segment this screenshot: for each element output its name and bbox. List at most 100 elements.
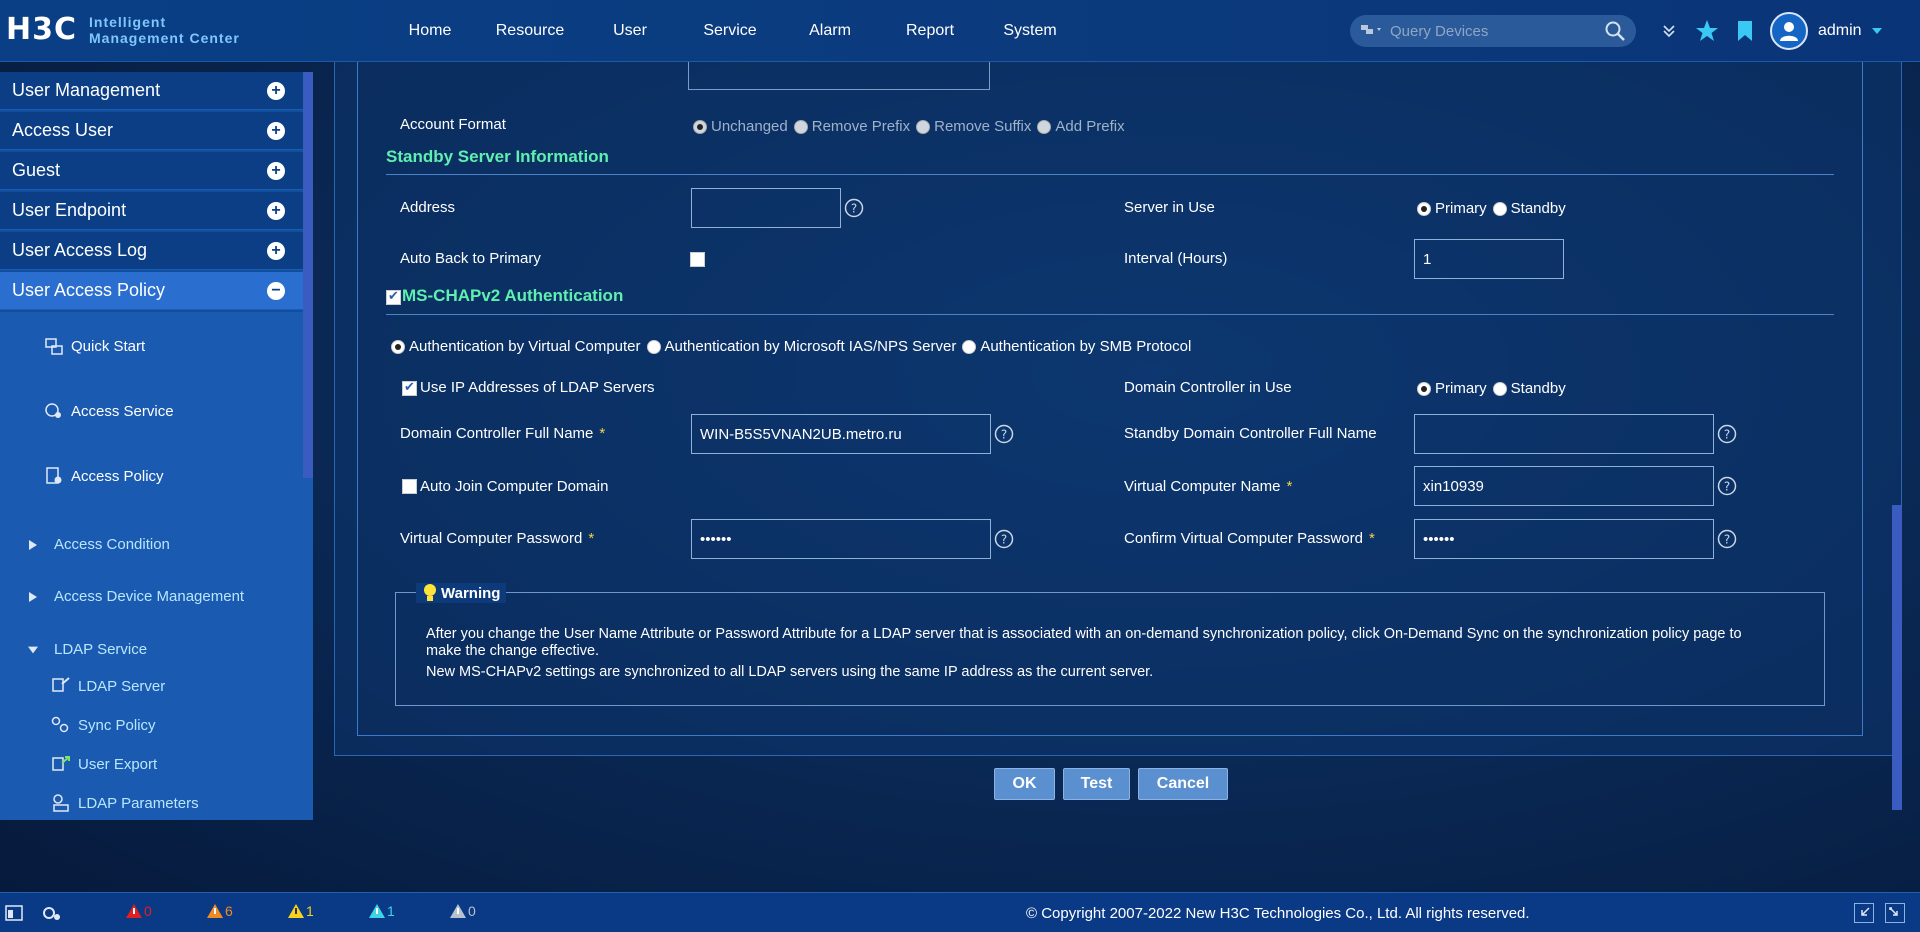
- sidebar-category-access-device-management[interactable]: Access Device Management: [28, 588, 244, 605]
- radio-primary-dc[interactable]: [1417, 381, 1431, 396]
- search-input[interactable]: [1386, 22, 1604, 40]
- alarm-minor[interactable]: 1: [287, 903, 314, 919]
- alarm-major[interactable]: 6: [206, 903, 233, 919]
- sidebar-group-label: User Management: [12, 80, 161, 100]
- radio-label: Add Prefix: [1055, 118, 1125, 135]
- username-label[interactable]: admin: [1818, 22, 1862, 40]
- sidebar-group-label: Guest: [12, 160, 61, 180]
- radio-add-prefix[interactable]: [1037, 119, 1052, 134]
- help-icon[interactable]: ?: [994, 529, 1014, 549]
- ok-button[interactable]: OK: [994, 768, 1055, 800]
- nav-report[interactable]: Report: [880, 0, 980, 62]
- fullscreen-icon[interactable]: [1885, 903, 1905, 923]
- sidebar-group-access-user[interactable]: Access User +: [0, 112, 313, 150]
- help-icon[interactable]: ?: [844, 198, 864, 218]
- radio-auth-smb[interactable]: [962, 339, 977, 354]
- nav-home[interactable]: Home: [380, 0, 480, 62]
- radio-standby-dc[interactable]: [1492, 381, 1507, 396]
- help-icon[interactable]: ?: [994, 424, 1014, 444]
- sidebar-scrollbar[interactable]: [303, 72, 313, 478]
- vc-name-input[interactable]: [1414, 466, 1714, 506]
- standby-dc-input[interactable]: [1414, 414, 1714, 454]
- top-icons: admin: [1650, 12, 1882, 50]
- search-icon[interactable]: [1604, 20, 1626, 42]
- expand-plus-icon[interactable]: +: [267, 201, 285, 220]
- sidebar-group-guest[interactable]: Guest +: [0, 152, 313, 190]
- nav-user[interactable]: User: [580, 0, 680, 62]
- expand-plus-icon[interactable]: +: [267, 81, 285, 100]
- standby-section-title: Standby Server Information: [386, 147, 609, 166]
- caret-down-icon[interactable]: [1871, 27, 1882, 35]
- confirm-password-input[interactable]: [1414, 519, 1714, 559]
- help-icon[interactable]: ?: [1717, 476, 1737, 496]
- svg-text:?: ?: [1724, 480, 1730, 494]
- bookmark-icon[interactable]: [1726, 13, 1764, 49]
- nav-alarm[interactable]: Alarm: [780, 0, 880, 62]
- warning-triangle-icon: [450, 904, 466, 918]
- help-icon[interactable]: ?: [1717, 424, 1737, 444]
- radio-standby-server[interactable]: [1492, 201, 1507, 216]
- h3c-logo[interactable]: H3C Intelligent Management Center: [6, 12, 240, 47]
- auto-back-label: Auto Back to Primary: [400, 250, 541, 267]
- radio-label: Primary: [1435, 380, 1487, 397]
- account-format-label: Account Format: [400, 116, 506, 133]
- alarm-warning[interactable]: 1: [368, 903, 395, 919]
- window-icon[interactable]: [4, 903, 25, 923]
- sidebar-group-user-endpoint[interactable]: User Endpoint +: [0, 192, 313, 230]
- radio-auth-ias-nps[interactable]: [646, 339, 661, 354]
- sidebar-item-ldap-parameters[interactable]: LDAP Parameters: [50, 793, 199, 813]
- nav-resource[interactable]: Resource: [480, 0, 580, 62]
- vc-password-input[interactable]: [691, 519, 991, 559]
- favorite-star-icon[interactable]: [1688, 13, 1726, 49]
- sidebar-category-access-condition[interactable]: Access Condition: [28, 536, 170, 553]
- description-textarea[interactable]: [688, 62, 990, 90]
- device-type-dropdown-icon[interactable]: [1360, 23, 1386, 40]
- dc-full-name-input[interactable]: [691, 414, 991, 454]
- alarm-info[interactable]: 0: [449, 903, 476, 919]
- expand-plus-icon[interactable]: +: [267, 161, 285, 180]
- avatar[interactable]: [1770, 12, 1808, 50]
- user-menu[interactable]: admin: [1770, 12, 1882, 50]
- radio-remove-suffix[interactable]: [916, 119, 931, 134]
- sidebar-item-user-export[interactable]: User Export: [50, 754, 157, 774]
- exit-fullscreen-icon[interactable]: [1854, 903, 1874, 923]
- main-scrollbar[interactable]: [1892, 505, 1902, 810]
- expand-plus-icon[interactable]: +: [267, 121, 285, 140]
- settings-gear-icon[interactable]: [40, 903, 65, 923]
- sidebar-link-label: Access Policy: [71, 467, 164, 485]
- alarm-critical[interactable]: 0: [125, 903, 152, 919]
- sidebar-item-ldap-server[interactable]: LDAP Server: [50, 676, 165, 696]
- nav-system[interactable]: System: [980, 0, 1080, 62]
- radio-label: Remove Suffix: [934, 118, 1032, 135]
- radio-unchanged[interactable]: [693, 119, 707, 134]
- interval-input[interactable]: [1414, 239, 1564, 279]
- nav-service[interactable]: Service: [680, 0, 780, 62]
- radio-remove-prefix[interactable]: [793, 119, 808, 134]
- cancel-button[interactable]: Cancel: [1138, 768, 1228, 800]
- auto-join-checkbox[interactable]: [402, 479, 417, 494]
- use-ip-checkbox[interactable]: [402, 379, 417, 396]
- account-format-radio-group: Unchanged Remove Prefix Remove Suffix Ad…: [693, 118, 1131, 135]
- sidebar-group-user-access-policy[interactable]: User Access Policy −: [0, 272, 313, 310]
- test-button[interactable]: Test: [1063, 768, 1130, 800]
- sidebar-item-label: LDAP Server: [78, 677, 166, 695]
- sidebar-group-label: User Access Log: [12, 240, 148, 260]
- sidebar-group-user-management[interactable]: User Management +: [0, 72, 313, 110]
- address-input[interactable]: [691, 188, 841, 228]
- auto-back-checkbox[interactable]: [690, 252, 705, 267]
- radio-primary-server[interactable]: [1417, 201, 1431, 216]
- sidebar-link-access-policy[interactable]: Access Policy: [44, 466, 164, 486]
- mschap-enable-checkbox[interactable]: [386, 288, 401, 305]
- sidebar-group-user-access-log[interactable]: User Access Log +: [0, 232, 313, 270]
- sidebar-category-ldap-service[interactable]: LDAP Service: [28, 641, 147, 658]
- svg-text:?: ?: [1724, 428, 1730, 442]
- help-icon[interactable]: ?: [1717, 529, 1737, 549]
- collapse-minus-icon[interactable]: −: [267, 281, 285, 300]
- expand-double-chevron-icon[interactable]: [1650, 13, 1688, 49]
- expand-plus-icon[interactable]: +: [267, 241, 285, 260]
- sidebar-link-access-service[interactable]: Access Service: [44, 401, 174, 421]
- sidebar-item-sync-policy[interactable]: Sync Policy: [50, 715, 156, 735]
- sidebar-link-quick-start[interactable]: Quick Start: [44, 336, 145, 356]
- radio-auth-virtual-computer[interactable]: [391, 339, 405, 354]
- triangle-down-icon: [28, 646, 38, 653]
